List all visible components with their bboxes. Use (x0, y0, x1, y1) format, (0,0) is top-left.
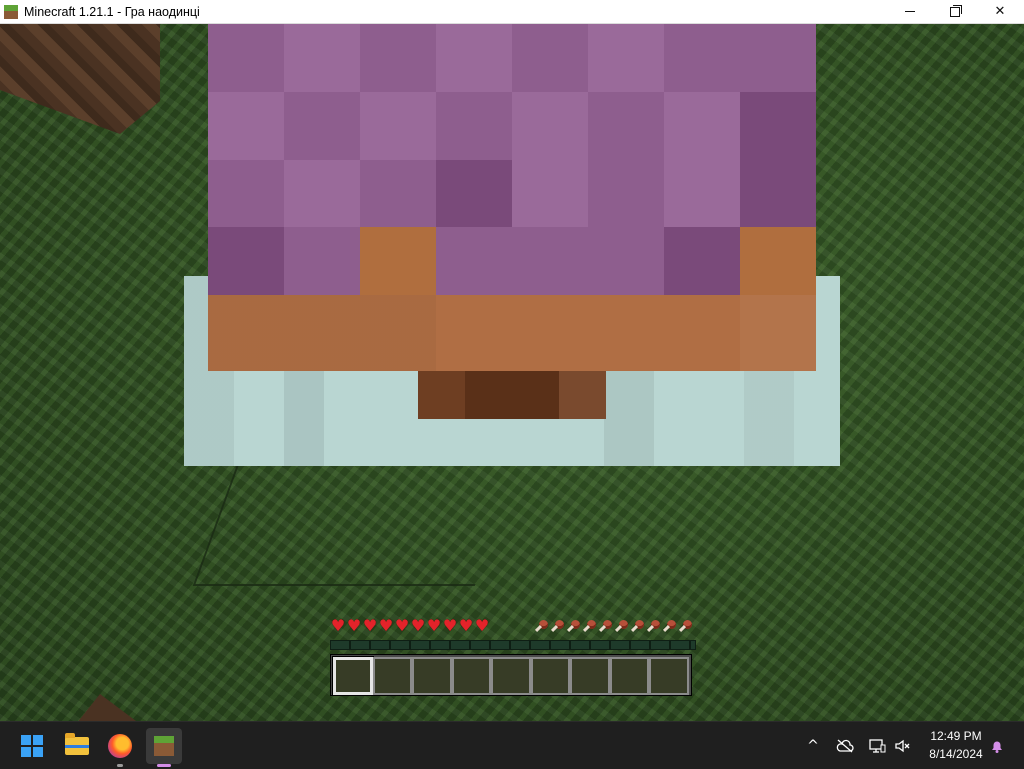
windows-taskbar: ^ 12:49 PM 8/14/2024 (0, 721, 1024, 769)
network-status[interactable] (864, 722, 890, 769)
show-hidden-icons-button[interactable]: ^ (800, 722, 826, 769)
dirt-block (76, 694, 140, 721)
network-icon (869, 738, 886, 753)
running-indicator (117, 764, 123, 767)
hunger-drumstick-icon (582, 618, 598, 634)
clock-time: 12:49 PM (930, 729, 982, 743)
player-hair (208, 24, 816, 295)
heart-icon: ♥ (346, 616, 362, 635)
restore-icon (950, 4, 962, 17)
cloud-off-icon (836, 739, 854, 752)
hotbar-slot-6[interactable] (530, 657, 571, 695)
system-clock[interactable]: 12:49 PM 8/14/2024 (918, 727, 994, 763)
hotbar-slot-9[interactable] (649, 657, 689, 695)
heart-icon: ♥ (362, 616, 378, 635)
active-indicator (157, 764, 171, 767)
firefox-button[interactable] (102, 728, 138, 767)
hunger-drumstick-icon (566, 618, 582, 634)
hunger-drumstick-icon (646, 618, 662, 634)
dirt-block (0, 24, 160, 134)
notification-bell-icon (992, 741, 1002, 753)
windows-logo-icon (21, 735, 43, 757)
health-bar: ♥ ♥ ♥ ♥ ♥ ♥ ♥ ♥ ♥ ♥ (330, 618, 490, 634)
hunger-drumstick-icon (614, 618, 630, 634)
close-icon: ✕ (994, 4, 1006, 19)
hunger-drumstick-icon (678, 618, 694, 634)
experience-bar (330, 640, 696, 650)
hunger-drumstick-icon (662, 618, 678, 634)
heart-icon: ♥ (442, 616, 458, 635)
window-titlebar[interactable]: Minecraft 1.21.1 - Гра наодинці ✕ (0, 0, 1024, 24)
heart-icon: ♥ (378, 616, 394, 635)
minecraft-grass-block-icon (4, 4, 18, 19)
block-outline (192, 464, 520, 586)
hunger-drumstick-icon (550, 618, 566, 634)
heart-icon: ♥ (458, 616, 474, 635)
hunger-drumstick-icon (534, 618, 550, 634)
player-neck-shadow (418, 371, 606, 419)
volume-control[interactable] (890, 722, 916, 769)
hotbar-slot-3[interactable] (412, 657, 452, 695)
hunger-drumstick-icon (630, 618, 646, 634)
file-explorer-button[interactable] (59, 728, 95, 764)
hunger-drumstick-icon (598, 618, 614, 634)
minimize-icon (905, 11, 915, 12)
heart-icon: ♥ (410, 616, 426, 635)
heart-icon: ♥ (394, 616, 410, 635)
heart-icon: ♥ (330, 616, 346, 635)
hotbar-slot-1[interactable] (332, 656, 374, 696)
hotbar[interactable] (330, 654, 692, 696)
game-viewport[interactable] (0, 24, 1024, 721)
notifications-button[interactable] (984, 722, 1010, 769)
maximize-button[interactable] (932, 0, 978, 23)
clock-date: 8/14/2024 (929, 747, 983, 761)
hotbar-slot-5[interactable] (491, 657, 531, 695)
minecraft-grass-block-icon (154, 736, 174, 756)
folder-icon (65, 733, 89, 755)
hotbar-slot-7[interactable] (570, 657, 610, 695)
window-title: Minecraft 1.21.1 - Гра наодинці (24, 4, 200, 19)
heart-icon: ♥ (474, 616, 490, 635)
heart-icon: ♥ (426, 616, 442, 635)
firefox-icon (108, 734, 132, 758)
player-neck-skin (208, 295, 816, 371)
close-button[interactable]: ✕ (977, 0, 1023, 23)
hotbar-slot-4[interactable] (451, 657, 492, 695)
minimize-button[interactable] (887, 0, 933, 23)
volume-muted-icon (895, 739, 910, 752)
chevron-up-icon: ^ (807, 737, 819, 754)
minecraft-taskbar-button[interactable] (146, 728, 182, 767)
hunger-bar (534, 618, 694, 634)
hotbar-slot-2[interactable] (372, 657, 413, 695)
hotbar-slot-8[interactable] (609, 657, 650, 695)
onedrive-status[interactable] (832, 722, 858, 769)
game-hud: ♥ ♥ ♥ ♥ ♥ ♥ ♥ ♥ ♥ ♥ (330, 618, 696, 698)
start-button[interactable] (14, 728, 50, 764)
